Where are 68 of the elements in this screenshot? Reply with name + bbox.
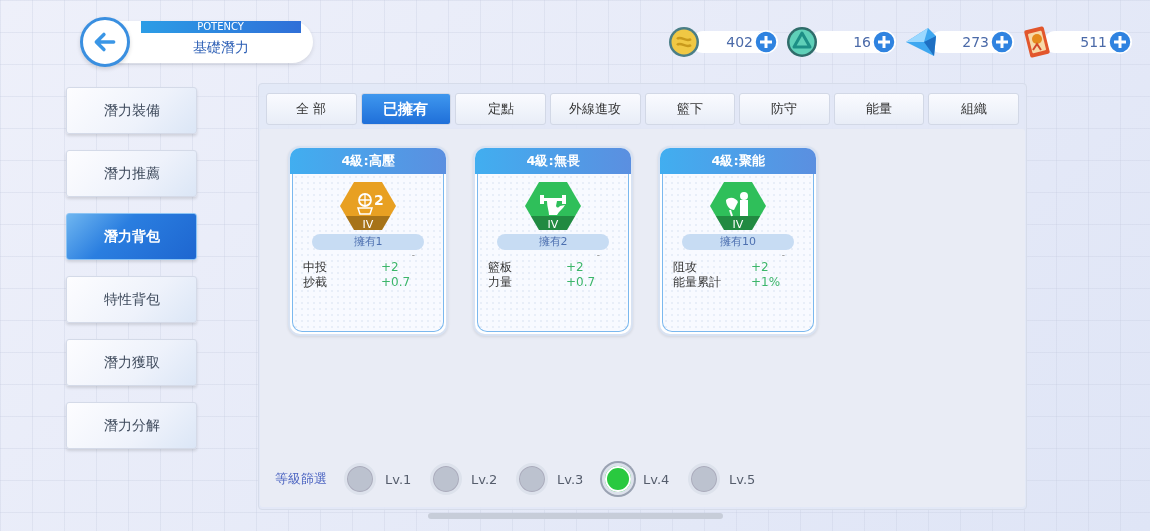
- filter-label: 等級篩選: [275, 470, 327, 488]
- swirl-token-icon: [786, 26, 818, 58]
- radio-button[interactable]: [430, 463, 462, 495]
- owned-count: 擁有1: [312, 234, 424, 250]
- radio-button[interactable]: [602, 463, 634, 495]
- ticket-card-icon: [1022, 26, 1052, 58]
- currency-amount: 402: [726, 34, 753, 50]
- dash-mark: -: [411, 250, 415, 260]
- tab[interactable]: 防守: [739, 93, 830, 125]
- sidebar-item[interactable]: 潛力獲取: [66, 339, 197, 386]
- tab[interactable]: 已擁有: [360, 93, 452, 125]
- plus-icon[interactable]: [1108, 30, 1132, 54]
- header-subtitle: POTENCY: [140, 21, 301, 33]
- grade-numeral: IV: [731, 219, 745, 231]
- card-title: 4級:無畏: [475, 148, 631, 174]
- tab[interactable]: 外線進攻: [549, 93, 641, 125]
- sidebar-item[interactable]: 潛力背包: [66, 213, 197, 260]
- level-label: Lv.2: [471, 471, 498, 487]
- sidebar-item[interactable]: 潛力裝備: [66, 87, 197, 134]
- tab[interactable]: 全 部: [266, 93, 357, 125]
- level-label: Lv.1: [385, 471, 412, 487]
- owned-count: 擁有10: [682, 234, 794, 250]
- potency-card[interactable]: 4級:無畏 IV 擁有2 - 籃板 +2 力量 +0.7: [473, 146, 633, 336]
- dash-mark: -: [596, 250, 600, 260]
- level-label: Lv.4: [643, 471, 670, 487]
- currency-amount: 273: [962, 34, 989, 50]
- stat-name: 中投: [303, 260, 327, 275]
- owned-count: 擁有2: [497, 234, 609, 250]
- plus-icon[interactable]: [990, 30, 1014, 54]
- sidebar-item[interactable]: 潛力分解: [66, 402, 197, 449]
- stat-name: 力量: [488, 275, 512, 290]
- stat-value: +1%: [751, 275, 782, 290]
- stat-name: 阻攻: [673, 260, 697, 275]
- currency-amount: 511: [1080, 34, 1107, 50]
- tab[interactable]: 組織: [928, 93, 1019, 125]
- stat-value: +0.7: [566, 275, 597, 290]
- radio-button[interactable]: [516, 463, 548, 495]
- level-label: Lv.3: [557, 471, 584, 487]
- radio-button[interactable]: [344, 463, 376, 495]
- coin-icon: [668, 26, 700, 58]
- potency-card[interactable]: 4級:聚能 IV 擁有10 - 阻攻 +2 能量累計 +1%: [658, 146, 818, 336]
- currency-amount: 16: [853, 34, 871, 50]
- card-title: 4級:高壓: [290, 148, 446, 174]
- stat-value: +2: [751, 260, 770, 275]
- stat-name: 抄截: [303, 275, 327, 290]
- tab[interactable]: 定點: [455, 93, 546, 125]
- back-button[interactable]: [80, 17, 130, 67]
- level-label: Lv.5: [729, 471, 756, 487]
- sidebar-item[interactable]: 潛力推薦: [66, 150, 197, 197]
- potency-card[interactable]: 4級:高壓 2 IV 擁有1 - 中投 +2 抄截 +0.7: [288, 146, 448, 336]
- stat-value: +0.7: [381, 275, 412, 290]
- grade-numeral: IV: [361, 219, 375, 231]
- grade-numeral: IV: [546, 219, 560, 231]
- tab[interactable]: 能量: [833, 93, 925, 125]
- stat-value: +2: [381, 260, 400, 275]
- stat-name: 籃板: [488, 260, 512, 275]
- sidebar-item[interactable]: 特性背包: [66, 276, 197, 323]
- diamond-icon: [904, 26, 938, 58]
- badge-number: 2: [374, 192, 384, 208]
- tab[interactable]: 籃下: [644, 93, 736, 125]
- stat-name: 能量累計: [673, 275, 721, 290]
- page-title: 基礎潛力: [192, 39, 249, 57]
- stat-value: +2: [566, 260, 585, 275]
- card-title: 4級:聚能: [660, 148, 816, 174]
- dash-mark: -: [781, 250, 785, 260]
- plus-icon[interactable]: [872, 30, 896, 54]
- radio-button[interactable]: [688, 463, 720, 495]
- plus-icon[interactable]: [754, 30, 778, 54]
